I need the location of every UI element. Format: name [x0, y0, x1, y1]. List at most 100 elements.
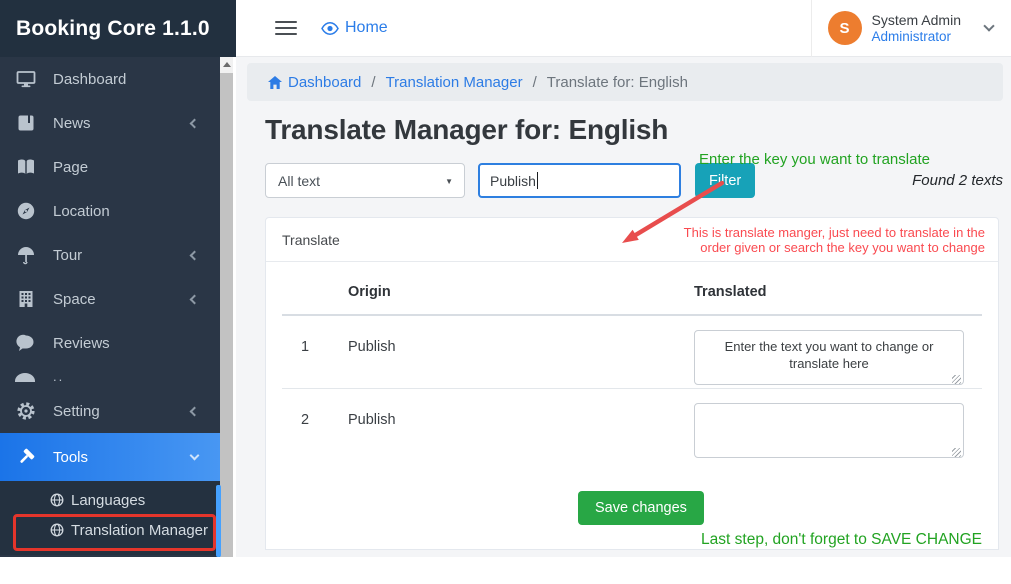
card-title: Translate — [282, 232, 340, 248]
table-header-row: Origin Translated — [282, 262, 982, 316]
sidebar-item-label: News — [53, 115, 191, 132]
sidebar-item-label: Dashboard — [53, 71, 220, 88]
sidebar-item-languages[interactable]: Languages — [0, 485, 220, 515]
logo[interactable]: Booking Core 1.1.0 — [0, 0, 236, 57]
app-title: Booking Core 1.1.0 — [16, 17, 210, 41]
sidebar-item-reviews[interactable]: Reviews — [0, 321, 220, 365]
sidebar-item-tour[interactable]: Tour — [0, 233, 220, 277]
breadcrumb-dashboard[interactable]: Dashboard — [268, 74, 361, 91]
origin-text: Publish — [348, 403, 694, 428]
sidebar-item-dashboard[interactable]: Dashboard — [0, 57, 220, 101]
resize-handle[interactable] — [952, 375, 961, 384]
tools-submenu: Languages Translation Manager — [0, 481, 220, 555]
app-window: Booking Core 1.1.0 Dashboard News — [0, 0, 1011, 557]
sidebar-item-tools[interactable]: Tools — [0, 433, 220, 481]
scrollbar-thumb[interactable] — [220, 73, 233, 557]
home-link-label: Home — [345, 19, 388, 37]
column-header-translated: Translated — [694, 284, 982, 300]
eye-icon — [321, 22, 339, 35]
chevron-left-icon — [190, 250, 200, 260]
sidebar-item-label: Reviews — [53, 335, 220, 352]
row-index: 2 — [301, 403, 348, 428]
translate-table: Origin Translated 1 Publish Enter the te… — [266, 262, 998, 525]
annotation-save-hint: Last step, don't forget to SAVE CHANGE — [701, 531, 982, 549]
sidebar-item-label: Space — [53, 291, 191, 308]
open-book-icon — [15, 156, 37, 178]
sidebar-item-label: Tools — [53, 449, 191, 466]
origin-text: Publish — [348, 330, 694, 355]
hamburger-menu-icon[interactable] — [275, 17, 297, 39]
sidebar-item-translation-manager[interactable]: Translation Manager — [0, 515, 220, 545]
sidebar-item-label: Page — [53, 159, 220, 176]
resize-handle[interactable] — [952, 448, 961, 457]
globe-icon — [50, 493, 64, 507]
card-header: Translate This is translate manger, just… — [266, 218, 998, 262]
row-index: 1 — [301, 330, 348, 355]
chevron-left-icon — [190, 294, 200, 304]
globe-icon — [50, 523, 64, 537]
home-link[interactable]: Home — [321, 19, 388, 37]
annotation-card-hint: This is translate manger, just need to t… — [684, 225, 985, 255]
monitor-icon — [15, 68, 37, 90]
sidebar-item-partial[interactable]: .. — [0, 365, 220, 389]
sidebar-item-location[interactable]: Location — [0, 189, 220, 233]
text-cursor — [537, 172, 538, 189]
text-type-select[interactable]: All text ▼ — [265, 163, 465, 198]
sidebar-item-label: Translation Manager — [71, 522, 208, 539]
sidebar-item-label: Languages — [71, 492, 145, 509]
translate-card: Translate This is translate manger, just… — [265, 217, 999, 550]
breadcrumb-separator: / — [371, 74, 375, 91]
home-icon — [268, 76, 282, 89]
sidebar-item-page[interactable]: Page — [0, 145, 220, 189]
table-row: 2 Publish — [282, 389, 982, 467]
column-header-origin: Origin — [348, 284, 694, 300]
news-icon — [15, 112, 37, 134]
user-menu[interactable]: S System Admin Administrator — [811, 0, 1011, 57]
breadcrumb-separator: / — [533, 74, 537, 91]
chevron-down-icon — [190, 451, 200, 461]
save-changes-button[interactable]: Save changes — [578, 491, 704, 525]
filter-controls: All text ▼ Publish Filter Found 2 texts — [265, 163, 1003, 198]
breadcrumb-current: Translate for: English — [547, 74, 688, 91]
scrollbar-up-arrow[interactable] — [220, 57, 233, 72]
page-body: Translate Manager for: English All text … — [236, 101, 1011, 550]
translated-textarea[interactable]: Enter the text you want to change or tra… — [694, 330, 964, 385]
topbar: Home S System Admin Administrator — [236, 0, 1011, 57]
search-input[interactable]: Publish — [478, 163, 681, 198]
select-value: All text — [278, 173, 320, 189]
translated-textarea[interactable] — [694, 403, 964, 458]
slim-scrollbar-thumb[interactable] — [216, 485, 221, 557]
sidebar-scrollbar[interactable] — [220, 57, 233, 557]
sidebar: Booking Core 1.1.0 Dashboard News — [0, 0, 236, 557]
filter-button[interactable]: Filter — [695, 163, 755, 198]
chevron-left-icon — [190, 406, 200, 416]
sidebar-item-label: Tour — [53, 247, 191, 264]
sidebar-item-news[interactable]: News — [0, 101, 220, 145]
result-count: Found 2 texts — [912, 172, 1003, 189]
breadcrumb: Dashboard / Translation Manager / Transl… — [247, 63, 1003, 101]
compass-icon — [15, 200, 37, 222]
building-icon — [15, 288, 37, 310]
chat-bubble-icon — [15, 332, 37, 354]
select-caret-icon: ▼ — [445, 177, 453, 186]
user-name: System Admin — [872, 12, 961, 29]
umbrella-icon — [15, 244, 37, 266]
hammer-icon — [15, 446, 37, 468]
partial-icon — [15, 373, 37, 382]
sidebar-item-label: .. — [53, 369, 64, 384]
sidebar-menu: Dashboard News Page Location — [0, 57, 220, 557]
chevron-left-icon — [190, 118, 200, 128]
breadcrumb-translation-manager[interactable]: Translation Manager — [386, 74, 523, 91]
sidebar-item-label: Location — [53, 203, 220, 220]
chevron-down-icon — [983, 20, 994, 31]
search-input-value: Publish — [490, 173, 536, 189]
gear-icon — [15, 400, 37, 422]
main-content: Dashboard / Translation Manager / Transl… — [236, 57, 1011, 557]
page-title: Translate Manager for: English — [265, 114, 1011, 146]
sidebar-item-label: Setting — [53, 403, 191, 420]
user-role: Administrator — [872, 29, 961, 45]
sidebar-item-space[interactable]: Space — [0, 277, 220, 321]
avatar: S — [828, 11, 862, 45]
table-row: 1 Publish Enter the text you want to cha… — [282, 316, 982, 389]
sidebar-item-setting[interactable]: Setting — [0, 389, 220, 433]
